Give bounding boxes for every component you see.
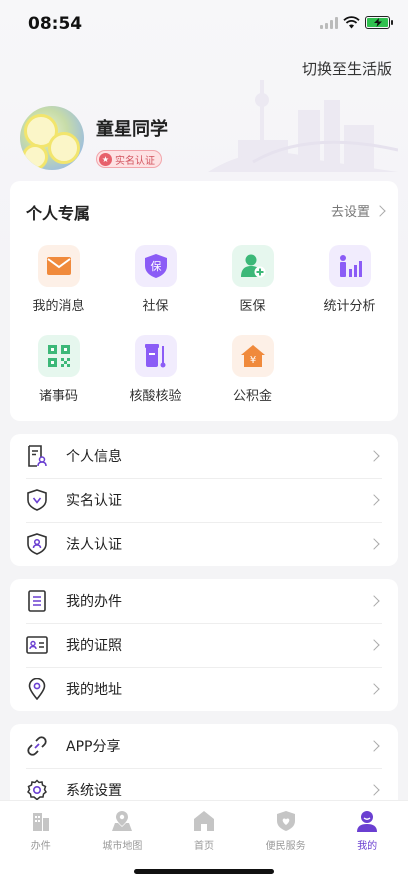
legal-person-shield-icon xyxy=(26,533,48,555)
list-item-label: 系统设置 xyxy=(66,783,122,799)
chevron-right-icon xyxy=(368,740,380,752)
tab-city-map[interactable]: 城市地图 xyxy=(82,809,164,852)
list-item-label: 我的证照 xyxy=(66,638,122,654)
user-name: 童星同学 xyxy=(96,119,168,140)
list-item-app-share[interactable]: APP分享 xyxy=(10,724,398,768)
statistics-icon xyxy=(328,245,371,287)
grid-item-housing-fund[interactable]: ¥ 公积金 xyxy=(204,335,301,404)
grid-item-social-security[interactable]: 保 社保 xyxy=(107,245,204,314)
personal-exclusive-card: 个人专属 去设置 我的消息 保 社保 医保 统计分析 诸事码 核酸核验 ¥ 公积… xyxy=(10,181,398,421)
social-security-icon: 保 xyxy=(134,245,177,287)
list-item-label: 实名认证 xyxy=(66,493,122,509)
grid-item-medical-insurance[interactable]: 医保 xyxy=(204,245,301,314)
personal-info-icon xyxy=(26,445,48,467)
mail-icon xyxy=(37,245,80,287)
grid-label: 统计分析 xyxy=(323,299,376,314)
tab-public-services[interactable]: 便民服务 xyxy=(245,809,327,852)
building-icon xyxy=(28,809,54,833)
svg-text:保: 保 xyxy=(150,259,161,273)
go-settings-link[interactable]: 去设置 xyxy=(330,201,386,220)
section-title: 个人专属 xyxy=(26,204,91,223)
chevron-right-icon xyxy=(368,639,380,651)
housing-fund-icon: ¥ xyxy=(231,335,274,377)
home-indicator xyxy=(134,869,274,874)
list-item-label: 我的办件 xyxy=(66,594,122,610)
document-list-icon xyxy=(26,590,48,612)
id-card-icon xyxy=(26,634,48,656)
list-item-label: APP分享 xyxy=(66,739,121,755)
list-item-my-address[interactable]: 我的地址 xyxy=(10,667,398,711)
list-item-my-licenses[interactable]: 我的证照 xyxy=(10,623,398,667)
realname-verified-badge: ★ 实名认证 xyxy=(96,150,162,168)
grid-item-statistics[interactable]: 统计分析 xyxy=(301,245,398,314)
tab-cases[interactable]: 办件 xyxy=(0,809,82,852)
tab-label: 办件 xyxy=(30,841,51,852)
tab-home[interactable]: 首页 xyxy=(163,809,245,852)
list-item-realname-auth[interactable]: 实名认证 xyxy=(10,478,398,522)
chevron-right-icon xyxy=(368,784,380,796)
list-item-personal-info[interactable]: 个人信息 xyxy=(10,434,398,478)
grid-item-messages[interactable]: 我的消息 xyxy=(10,245,107,314)
tab-label: 首页 xyxy=(193,841,214,852)
list-item-label: 我的地址 xyxy=(66,682,122,698)
list-item-label: 个人信息 xyxy=(66,449,122,465)
city-skyline-illustration xyxy=(208,80,398,172)
battery-icon xyxy=(365,16,393,29)
test-tube-icon xyxy=(134,335,177,377)
location-pin-icon xyxy=(26,678,48,700)
chevron-right-icon xyxy=(368,683,380,695)
user-icon xyxy=(354,809,380,833)
home-icon xyxy=(191,809,217,833)
tab-label: 便民服务 xyxy=(265,841,306,852)
switch-version-link[interactable]: 切换至生活版 xyxy=(302,58,392,79)
tab-mine[interactable]: 我的 xyxy=(326,809,408,852)
list-item-label: 法人认证 xyxy=(66,537,122,553)
status-time: 08:54 xyxy=(28,14,83,34)
grid-item-qr-code[interactable]: 诸事码 xyxy=(10,335,107,404)
tab-label: 我的 xyxy=(357,841,378,852)
go-settings-label: 去设置 xyxy=(330,205,370,220)
grid-label: 诸事码 xyxy=(38,389,78,404)
chevron-right-icon xyxy=(368,494,380,506)
status-bar: 08:54 xyxy=(0,0,408,48)
share-link-icon xyxy=(26,735,48,757)
chevron-right-icon xyxy=(368,538,380,550)
avatar[interactable] xyxy=(20,106,84,170)
wifi-icon xyxy=(343,16,360,29)
status-icons xyxy=(320,16,393,29)
chevron-right-icon xyxy=(368,450,380,462)
qr-code-icon xyxy=(37,335,80,377)
cellular-signal-icon xyxy=(320,16,338,29)
svg-text:¥: ¥ xyxy=(249,355,255,366)
grid-label: 医保 xyxy=(239,299,266,314)
list-item-legal-person-auth[interactable]: 法人认证 xyxy=(10,522,398,566)
realname-shield-icon xyxy=(26,489,48,511)
account-list-card: 个人信息 实名认证 法人认证 xyxy=(10,434,398,566)
services-list-card: 我的办件 我的证照 我的地址 xyxy=(10,579,398,711)
verified-star-icon: ★ xyxy=(99,152,112,166)
grid-label: 核酸核验 xyxy=(129,389,182,404)
grid-label: 我的消息 xyxy=(32,299,85,314)
grid-label: 社保 xyxy=(142,299,169,314)
map-icon xyxy=(109,809,135,833)
medical-insurance-icon xyxy=(231,245,274,287)
tab-label: 城市地图 xyxy=(102,841,143,852)
service-shield-icon xyxy=(273,809,299,833)
verify-badge-label: 实名认证 xyxy=(115,155,155,167)
list-item-my-cases[interactable]: 我的办件 xyxy=(10,579,398,623)
chevron-right-icon xyxy=(368,595,380,607)
grid-label: 公积金 xyxy=(232,389,272,404)
gear-icon xyxy=(26,779,48,801)
chevron-right-icon xyxy=(374,204,386,217)
grid-item-nucleic-acid[interactable]: 核酸核验 xyxy=(107,335,204,404)
